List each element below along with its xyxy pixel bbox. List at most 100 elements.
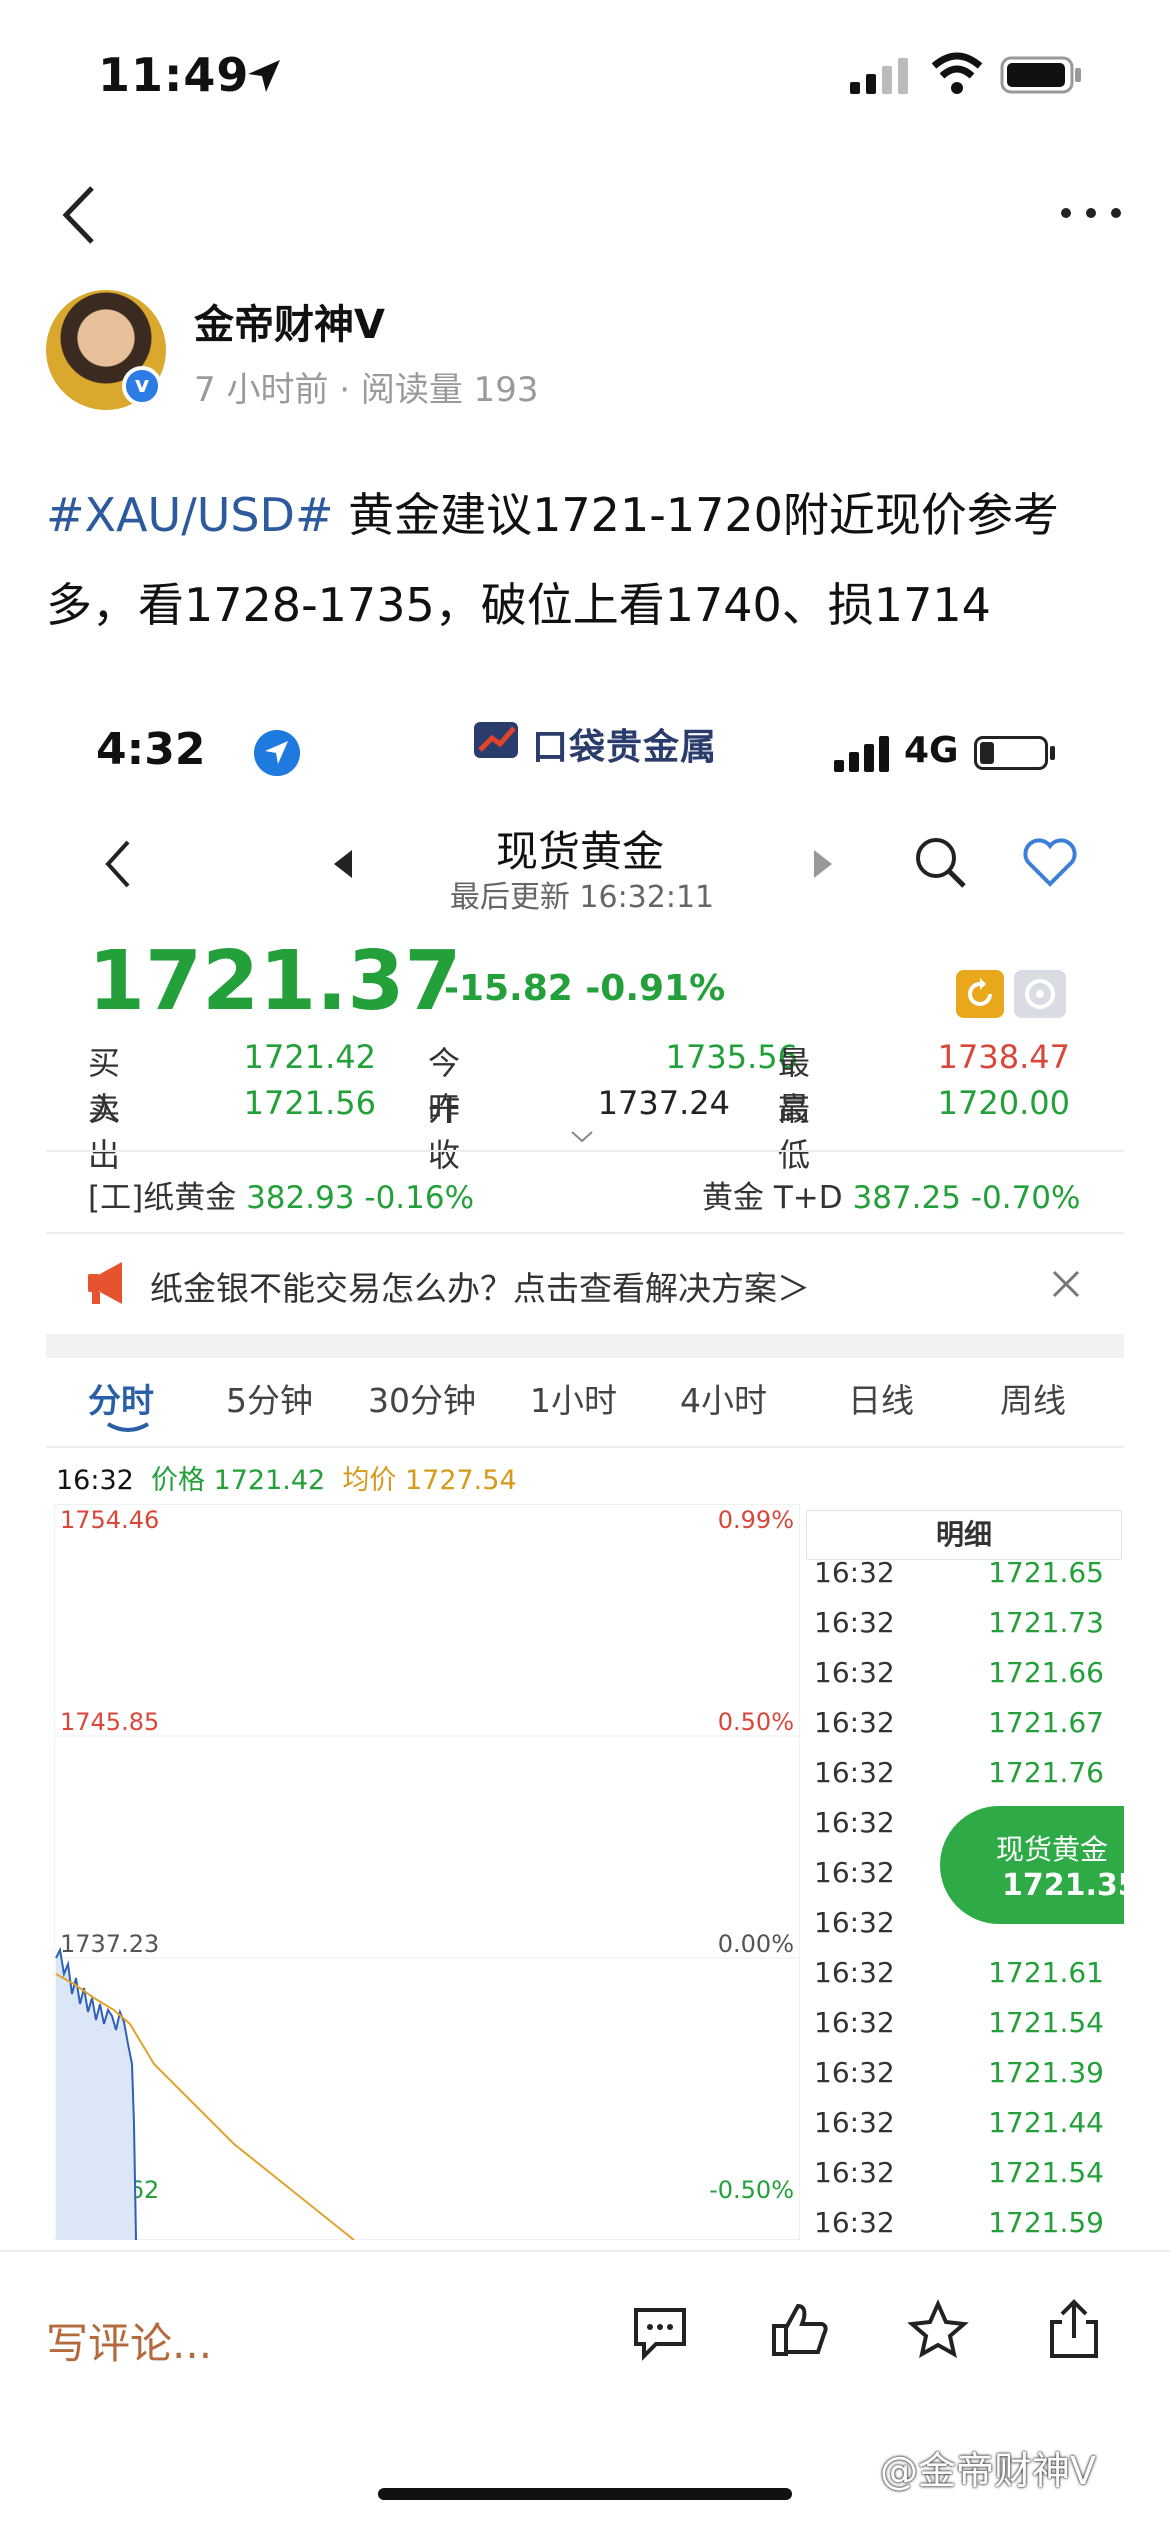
- quote-label: 最低: [778, 1090, 811, 1174]
- detail-row: 16:32 1721.67: [814, 1706, 1114, 1756]
- tab-30min[interactable]: 30分钟: [368, 1374, 476, 1422]
- floating-quote-value: 1721.35: [1002, 1868, 1139, 1903]
- detail-time: 16:32: [814, 1756, 895, 1789]
- embedded-status-time: 4:32: [96, 724, 206, 775]
- chart-info-line: 16:32 价格 1721.42 均价 1727.54: [56, 1458, 517, 1497]
- embedded-location-icon: [254, 730, 300, 776]
- app-logo-icon: [474, 722, 518, 758]
- detail-row: 16:32 1721.76: [814, 1756, 1114, 1806]
- current-price: 1721.37: [88, 934, 462, 1029]
- quote-value: 1737.24: [597, 1084, 730, 1122]
- comment-icon[interactable]: [628, 2300, 692, 2364]
- post-meta: 7 小时前 · 阅读量 193: [194, 370, 539, 410]
- detail-price: 1721.54: [988, 2006, 1104, 2039]
- detail-row: 16:32 1721.59: [814, 2206, 1114, 2240]
- detail-price: 1721.66: [988, 1656, 1104, 1689]
- detail-price: 1721.73: [988, 1606, 1104, 1639]
- detail-time: 16:32: [814, 2106, 895, 2139]
- more-options-icon[interactable]: [1056, 198, 1126, 228]
- instrument-title: 现货黄金: [495, 827, 664, 876]
- detail-time: 16:32: [814, 1706, 895, 1739]
- author-name[interactable]: 金帝财神V: [194, 292, 385, 350]
- y-label-top: 1754.46: [60, 1506, 159, 1534]
- detail-price: 1721.76: [988, 1756, 1104, 1789]
- pct-label-3: 0.00%: [718, 1930, 794, 1958]
- related-left[interactable]: [工]纸黄金 382.93 -0.16%: [88, 1172, 474, 1217]
- status-time: 11:49: [98, 48, 250, 102]
- help-banner[interactable]: 纸金银不能交易怎么办？点击查看解决方案＞: [150, 1262, 810, 1310]
- expand-chevron-icon[interactable]: [570, 1130, 594, 1144]
- embedded-back-icon[interactable]: [100, 836, 140, 892]
- quote-value: 1735.56: [665, 1038, 798, 1076]
- embedded-network-label: 4G: [904, 730, 959, 771]
- period-tabs: 分时 5分钟 30分钟 1小时 4小时 日线 周线: [46, 1370, 1124, 1440]
- watermark: @金帝财神V: [880, 2449, 1096, 2493]
- detail-price: 1721.44: [988, 2106, 1104, 2139]
- price-change: -15.82 -0.91%: [444, 968, 726, 1009]
- detail-row: 16:32 1721.39: [814, 2056, 1114, 2106]
- quote-value: 1738.47: [937, 1038, 1070, 1076]
- detail-price: 1721.67: [988, 1706, 1104, 1739]
- divider: [46, 1446, 1124, 1448]
- related-left-label: [工]纸黄金: [88, 1180, 237, 1216]
- y-label-3: 1737.23: [60, 1930, 159, 1958]
- related-left-value: 382.93 -0.16%: [246, 1180, 475, 1216]
- detail-time: 16:32: [814, 1856, 895, 1889]
- post-text-line2: 多，看1728-1735，破位上看1740、损1714: [46, 578, 991, 632]
- home-indicator[interactable]: [378, 2488, 792, 2500]
- detail-price: 1721.39: [988, 2056, 1104, 2089]
- share-icon[interactable]: [1042, 2298, 1106, 2362]
- detail-time: 16:32: [814, 1656, 895, 1689]
- divider: [46, 1150, 1124, 1152]
- tab-1h[interactable]: 1小时: [530, 1374, 617, 1422]
- info-avg: 均价 1727.54: [342, 1465, 517, 1496]
- close-icon[interactable]: [1050, 1268, 1082, 1300]
- quote-value: 1720.00: [937, 1084, 1070, 1122]
- pct-label-4: -0.50%: [709, 2176, 794, 2204]
- detail-row: 16:32 1721.66: [814, 1656, 1114, 1706]
- detail-time: 16:32: [814, 1556, 895, 1589]
- favorite-heart-icon[interactable]: [1020, 832, 1080, 892]
- last-updated: 最后更新 16:32:11: [449, 880, 715, 915]
- tab-daily[interactable]: 日线: [848, 1374, 914, 1422]
- floating-quote-button[interactable]: 现货黄金 1721.35: [940, 1806, 1139, 1924]
- hashtag-link[interactable]: #XAU/USD#: [46, 488, 334, 542]
- quote-label: 卖出: [88, 1090, 121, 1174]
- divider: [46, 1232, 1124, 1234]
- intraday-chart[interactable]: 1754.46 0.99% 1745.85 0.50% 1737.23 0.00…: [54, 1504, 800, 2240]
- tab-intraday[interactable]: 分时: [88, 1374, 154, 1422]
- section-gap: [46, 1334, 1124, 1358]
- location-arrow-icon: [248, 60, 280, 92]
- back-chevron-icon[interactable]: [52, 180, 112, 250]
- quote-label: 昨收: [428, 1090, 461, 1174]
- refresh-icon[interactable]: [956, 970, 1004, 1018]
- favorite-star-icon[interactable]: [906, 2298, 970, 2362]
- related-right-value: 387.25 -0.70%: [852, 1180, 1081, 1216]
- related-right[interactable]: 黄金 T+D 387.25 -0.70%: [702, 1172, 1081, 1217]
- settings-badge-icon[interactable]: [1014, 970, 1066, 1018]
- wifi-icon: [931, 52, 983, 94]
- detail-price: 1721.61: [988, 1956, 1104, 1989]
- floating-quote-label: 现货黄金: [996, 1833, 1109, 1866]
- comment-input[interactable]: 写评论...: [46, 2310, 212, 2371]
- detail-row: 16:32 1721.44: [814, 2106, 1114, 2156]
- battery-icon: [1000, 56, 1081, 94]
- active-tab-indicator: [106, 1422, 150, 1432]
- detail-row: 16:32 1721.54: [814, 2006, 1114, 2056]
- search-icon[interactable]: [910, 832, 970, 892]
- detail-row: 16:32 1721.73: [814, 1606, 1114, 1656]
- tab-weekly[interactable]: 周线: [1000, 1374, 1066, 1422]
- tab-4h[interactable]: 4小时: [680, 1374, 767, 1422]
- next-instrument-icon[interactable]: [814, 850, 832, 878]
- megaphone-icon: [88, 1262, 122, 1304]
- pct-label-top: 0.99%: [718, 1506, 794, 1534]
- detail-row: 16:32 1721.65: [814, 1556, 1114, 1606]
- detail-price: 1721.65: [988, 1556, 1104, 1589]
- prev-instrument-icon[interactable]: [334, 850, 352, 878]
- app-logo: 口袋贵金属: [532, 727, 718, 768]
- quote-value: 1721.56: [243, 1084, 376, 1122]
- pct-label-2: 0.50%: [718, 1708, 794, 1736]
- tab-5min[interactable]: 5分钟: [226, 1374, 313, 1422]
- like-thumb-icon[interactable]: [768, 2298, 832, 2362]
- embedded-signal-icon: [834, 736, 889, 772]
